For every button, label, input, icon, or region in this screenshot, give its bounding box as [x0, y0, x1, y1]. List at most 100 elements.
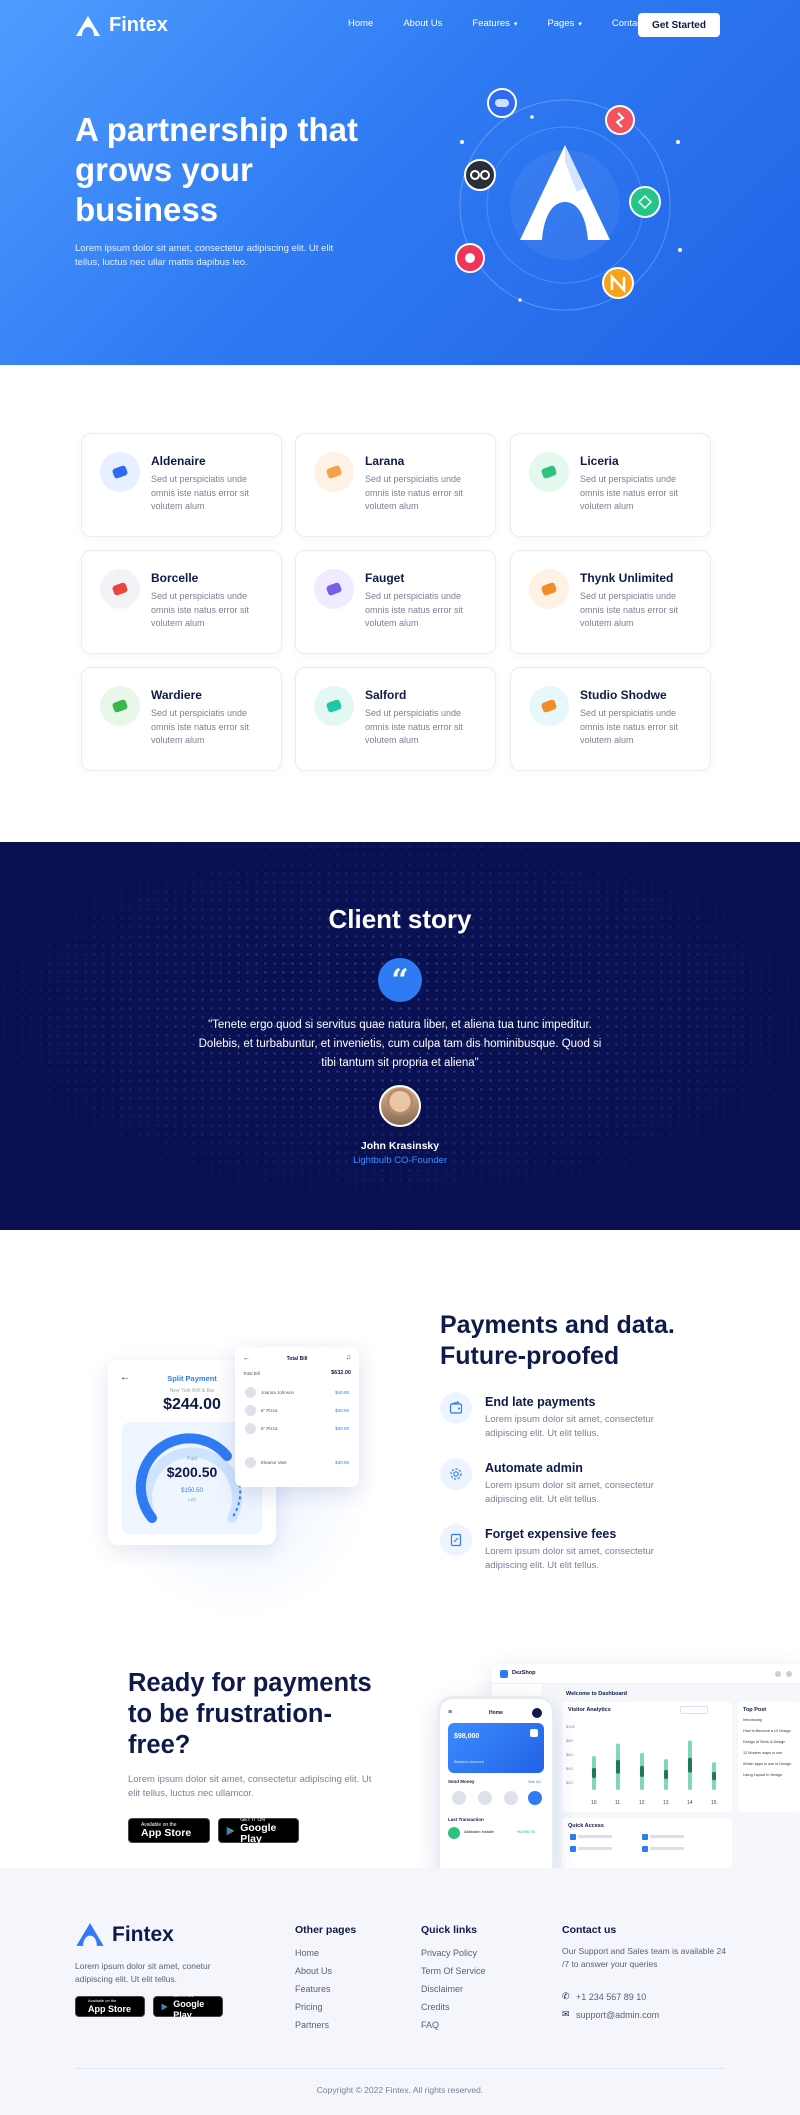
partner-name: Fauget [365, 571, 405, 585]
contact-phone[interactable]: +1 234 567 89 10 [576, 1992, 646, 2002]
footer: Fintex Lorem ipsum dolor sit amet, conet… [0, 1868, 800, 2115]
partner-name: Studio Shodwe [580, 688, 667, 702]
total-bill-card: ← Total Bill ♫ Total Bill $632.00 Joanna… [235, 1347, 359, 1487]
nav-about-label: About Us [403, 18, 443, 29]
hero-title: A partnership that grows your business [75, 111, 358, 228]
bill-row-name: Joanna Johnson [261, 1390, 295, 1395]
partner-desc: Sed ut perspiciatis unde omnis iste natu… [151, 474, 250, 511]
google-play-button[interactable]: GET IT ON Google Play [153, 1993, 223, 2020]
receipt-icon [440, 1524, 472, 1556]
x-tick-label: 15 [711, 1800, 717, 1806]
chart-bar-highlight [688, 1757, 692, 1773]
analytics-chart: $100 $80 $60 $40 $20 10 11 12 13 14 15 [566, 1724, 717, 1806]
footer-brand[interactable]: Fintex [75, 1922, 174, 1947]
footer-link[interactable]: Features [295, 1984, 331, 1994]
feature-item: End late payments Lorem ipsum dolor sit … [440, 1392, 700, 1452]
checkbox[interactable] [642, 1846, 648, 1852]
footer-divider [75, 2068, 725, 2069]
contact-email[interactable]: support@admin.com [576, 2010, 659, 2020]
bill-row-amount: $40.00 [335, 1390, 349, 1395]
footer-link[interactable]: Credits [421, 2002, 450, 2012]
card-balance: $98,000 [454, 1733, 480, 1740]
fintex-logo-icon [76, 1923, 104, 1946]
play-icon [226, 1826, 235, 1835]
placeholder-line [650, 1847, 684, 1850]
app-store-button[interactable]: Available on the App Store [75, 1996, 145, 2017]
see-all-link[interactable]: See All [528, 1779, 540, 1784]
brand-logo[interactable]: Fintex [75, 14, 168, 37]
hero-text: Lorem ipsum dolor sit amet, consectetur … [75, 243, 334, 268]
partner-card[interactable]: Liceria Sed ut perspiciatis unde omnis i… [510, 433, 711, 537]
checkbox[interactable] [570, 1834, 576, 1840]
footer-link[interactable]: Privacy Policy [421, 1948, 477, 1958]
partner-card[interactable]: Wardiere Sed ut perspiciatis unde omnis … [81, 667, 282, 771]
partner-logo-icon [100, 569, 140, 609]
partner-logo-icon [314, 686, 354, 726]
footer-link[interactable]: Pricing [295, 2002, 323, 2012]
partner-logo-icon [314, 452, 354, 492]
left-label: Left [188, 1497, 196, 1502]
google-play-button[interactable]: GET IT ON Google Play [218, 1817, 299, 1844]
partner-logo-icon [100, 452, 140, 492]
nav-about[interactable]: About Us [403, 18, 442, 29]
feature-desc: Lorem ipsum dolor sit amet, consectetur … [485, 1546, 654, 1571]
period-select[interactable] [680, 1706, 708, 1714]
chart-bar-highlight [640, 1765, 644, 1777]
story-title: Client story [328, 904, 472, 934]
quick-access-title: Quick Access [568, 1823, 604, 1829]
nav-features[interactable]: Features ▾ [472, 18, 517, 29]
nav-pages[interactable]: Pages ▾ [547, 18, 581, 29]
post-item[interactable]: 12 Modern ways to use [743, 1751, 798, 1755]
post-item[interactable]: Introducing [743, 1718, 798, 1722]
partner-card[interactable]: Thynk Unlimited Sed ut perspiciatis unde… [510, 550, 711, 654]
contact-avatar[interactable] [452, 1791, 466, 1805]
avatar [245, 1405, 256, 1416]
footer-link[interactable]: Disclaimer [421, 1984, 463, 1994]
partner-card[interactable]: Salford Sed ut perspiciatis unde omnis i… [295, 667, 496, 771]
add-contact-icon[interactable] [528, 1791, 542, 1805]
avatar [245, 1457, 256, 1468]
footer-link[interactable]: About Us [295, 1966, 332, 1976]
gear-icon [440, 1458, 472, 1490]
footer-link[interactable]: Home [295, 1948, 319, 1958]
dashboard-topbar: DezShop [492, 1664, 800, 1684]
footer-link[interactable]: Partners [295, 2020, 329, 2030]
footer-link[interactable]: FAQ [421, 2020, 439, 2030]
contact-avatar[interactable] [504, 1791, 518, 1805]
card-name: Balance Account [454, 1759, 484, 1764]
partner-card[interactable]: Fauget Sed ut perspiciatis unde omnis is… [295, 550, 496, 654]
bill-total: $632.00 [331, 1370, 351, 1376]
y-tick-label: $20 [566, 1780, 573, 1785]
partner-desc: Sed ut perspiciatis unde omnis iste natu… [365, 591, 464, 628]
footer-link[interactable]: Term Of Service [421, 1966, 486, 1976]
nav-home[interactable]: Home [348, 18, 373, 29]
nav-pages-label: Pages [547, 18, 575, 29]
feature-title: Forget expensive fees [485, 1527, 617, 1541]
author-role: Lightbulb CO-Founder [353, 1155, 447, 1166]
partner-card[interactable]: Borcelle Sed ut perspiciatis unde omnis … [81, 550, 282, 654]
feature-title: Automate admin [485, 1461, 583, 1475]
chevron-down-icon: ▾ [578, 20, 582, 28]
post-item[interactable]: Which apps to use in Design [743, 1762, 798, 1766]
checkbox[interactable] [570, 1846, 576, 1852]
main-nav: Home About Us Features ▾ Pages ▾ Contact U… [348, 18, 659, 29]
contact-title: Contact us [562, 1924, 617, 1936]
avatar [786, 1671, 792, 1677]
post-item[interactable]: How to Become a UI Design [743, 1729, 798, 1733]
app-store-button[interactable]: Available on the App Store [128, 1818, 210, 1843]
post-item[interactable]: Design of Work & Design [743, 1740, 798, 1744]
testimonial-quote: "Tenete ergo quod si servitus quae natur… [198, 1019, 602, 1069]
partner-card[interactable]: Larana Sed ut perspiciatis unde omnis is… [295, 433, 496, 537]
partner-card[interactable]: Aldenaire Sed ut perspiciatis unde omnis… [81, 433, 282, 537]
partner-desc: Sed ut perspiciatis unde omnis iste natu… [580, 474, 679, 511]
post-item[interactable]: Using Layout In Design [743, 1773, 798, 1777]
contact-avatar[interactable] [478, 1791, 492, 1805]
partner-desc: Sed ut perspiciatis unde omnis iste natu… [580, 708, 679, 745]
bill-row-amount: $40.00 [335, 1408, 349, 1413]
balance-card: $98,000 Balance Account [448, 1723, 544, 1773]
get-started-button[interactable]: Get Started [638, 13, 720, 37]
partner-card[interactable]: Studio Shodwe Sed ut perspiciatis unde o… [510, 667, 711, 771]
fintex-logo-icon [76, 15, 100, 36]
checkbox[interactable] [642, 1834, 648, 1840]
y-tick-label: $60 [566, 1752, 573, 1757]
